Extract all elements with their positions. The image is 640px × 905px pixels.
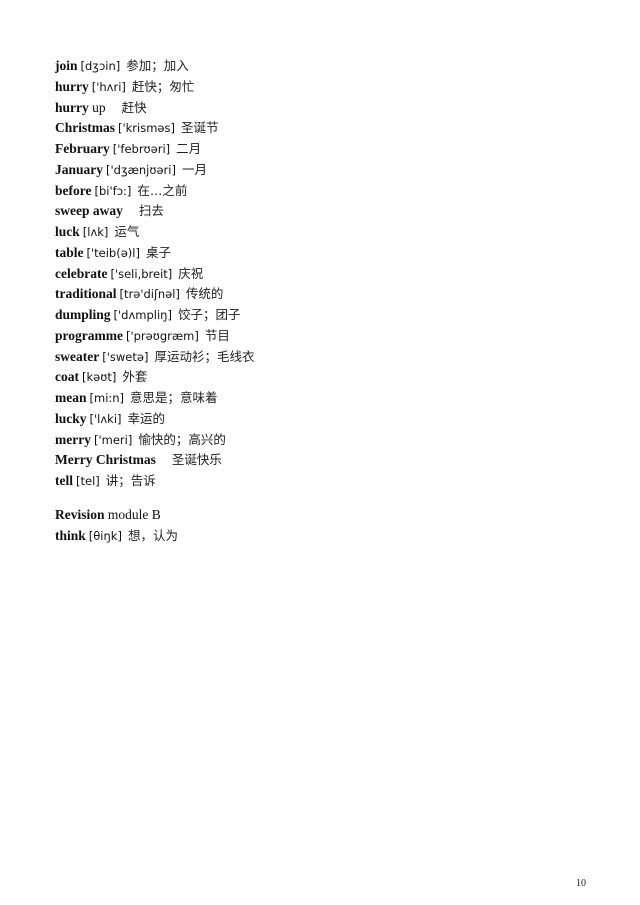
vocab-phonetic: [θiŋk] bbox=[88, 528, 122, 543]
vocab-entry: mean [mi:n] 意思是；意味着 bbox=[55, 388, 254, 409]
vocab-word: before bbox=[55, 182, 92, 198]
section-heading-rest: module B bbox=[107, 507, 161, 522]
vocab-entry: table ['teib(ə)l] 桌子 bbox=[55, 243, 254, 264]
vocab-entry: celebrate ['seli,breit] 庆祝 bbox=[55, 264, 254, 285]
vocab-word: programme bbox=[55, 327, 123, 343]
vocab-phonetic: ['dʒænjʊəri] bbox=[106, 162, 176, 177]
vocab-meaning: 幸运的 bbox=[127, 410, 166, 426]
vocab-phonetic: ['hʌri] bbox=[91, 79, 126, 94]
vocab-meaning: 赶快 bbox=[121, 99, 147, 115]
vocab-entry: luck [lʌk] 运气 bbox=[55, 222, 254, 243]
vocab-meaning: 外套 bbox=[122, 369, 148, 385]
vocab-word: celebrate bbox=[55, 265, 108, 281]
vocab-meaning: 圣诞节 bbox=[180, 120, 219, 136]
vocab-meaning: 庆祝 bbox=[178, 265, 204, 281]
vocab-meaning: 参加；加入 bbox=[126, 58, 189, 73]
vocab-word: lucky bbox=[55, 410, 87, 426]
vocab-entry: sweep away 扫去 bbox=[55, 201, 254, 222]
vocab-word: dumpling bbox=[55, 307, 111, 322]
vocab-word: traditional bbox=[55, 286, 117, 302]
vocab-entry: Merry Christmas 圣诞快乐 bbox=[55, 450, 254, 471]
vocab-word: Christmas bbox=[55, 120, 115, 136]
vocab-phonetic: [tel] bbox=[76, 474, 100, 488]
vocab-meaning: 赶快；匆忙 bbox=[131, 78, 195, 94]
vocab-word: mean bbox=[55, 390, 87, 405]
vocab-meaning: 想，认为 bbox=[127, 527, 178, 543]
vocab-word: table bbox=[55, 244, 84, 260]
vocab-phonetic: [trə'diʃnəl] bbox=[119, 287, 180, 302]
vocab-entry: Christmas ['krisməs] 圣诞节 bbox=[55, 118, 254, 139]
vocab-meaning: 讲；告诉 bbox=[105, 473, 156, 488]
vocab-entry: dumpling ['dʌmpliŋ] 饺子；团子 bbox=[55, 305, 254, 326]
vocab-phonetic: ['dʌmpliŋ] bbox=[113, 308, 172, 322]
vocab-word: sweep away bbox=[55, 203, 123, 219]
vocab-phonetic: ['meri] bbox=[93, 432, 133, 447]
vocab-meaning: 一月 bbox=[181, 161, 207, 177]
vocab-phonetic: [dʒɔin] bbox=[80, 59, 121, 73]
vocab-entry: lucky ['lʌki] 幸运的 bbox=[55, 409, 254, 430]
vocab-word: merry bbox=[55, 431, 91, 447]
vocab-entry: traditional [trə'diʃnəl] 传统的 bbox=[55, 284, 254, 305]
vocab-phonetic: ['febrʊəri] bbox=[112, 142, 171, 156]
vocab-entry: before [bi'fɔ:] 在…之前 bbox=[55, 181, 254, 202]
vocab-entry: join [dʒɔin] 参加；加入 bbox=[55, 56, 254, 77]
vocab-entry: hurry ['hʌri] 赶快；匆忙 bbox=[55, 77, 254, 98]
vocab-phonetic: [lʌk] bbox=[82, 225, 109, 239]
vocab-word: think bbox=[55, 527, 86, 543]
vocab-meaning: 圣诞快乐 bbox=[171, 452, 222, 468]
vocab-phonetic: ['teib(ə)l] bbox=[86, 245, 140, 260]
section-heading: Revision module B bbox=[55, 505, 178, 526]
vocab-meaning: 厚运动衫；毛线衣 bbox=[154, 348, 255, 364]
vocab-word: January bbox=[55, 161, 104, 177]
vocab-entry: January ['dʒænjʊəri] 一月 bbox=[55, 160, 254, 181]
vocab-meaning: 二月 bbox=[176, 141, 202, 156]
vocab-word: hurry bbox=[55, 99, 89, 115]
vocab-meaning: 节目 bbox=[204, 327, 230, 343]
vocab-word: Merry Christmas bbox=[55, 452, 156, 468]
vocab-word: hurry bbox=[55, 78, 89, 94]
vocab-entry: February ['febrʊəri] 二月 bbox=[55, 139, 254, 160]
vocabulary-list: join [dʒɔin] 参加；加入 hurry ['hʌri] 赶快；匆忙 hurry… bbox=[55, 56, 254, 492]
vocab-entry: merry ['meri] 愉快的；高兴的 bbox=[55, 430, 254, 451]
vocab-word: sweater bbox=[55, 348, 100, 364]
vocab-word: tell bbox=[55, 473, 73, 488]
vocab-phonetic: [mi:n] bbox=[89, 391, 125, 405]
vocab-phonetic: ['prəʊgræm] bbox=[125, 328, 199, 343]
vocab-phonetic: ['lʌki] bbox=[89, 411, 122, 426]
revision-section: Revision module B think [θiŋk] 想，认为 bbox=[55, 505, 178, 547]
vocab-phonetic: [bi'fɔ:] bbox=[94, 183, 132, 198]
vocab-phonetic: ['swetə] bbox=[102, 349, 149, 364]
vocab-phonetic: ['seli,breit] bbox=[110, 266, 173, 281]
vocab-word: February bbox=[55, 141, 110, 156]
vocab-meaning: 意思是；意味着 bbox=[130, 390, 218, 405]
vocab-word: coat bbox=[55, 369, 79, 385]
vocab-word: join bbox=[55, 58, 78, 73]
vocab-phonetic: [kəʊt] bbox=[82, 370, 117, 385]
vocab-meaning: 在…之前 bbox=[137, 182, 188, 198]
page-number: 10 bbox=[576, 878, 586, 889]
vocab-word: luck bbox=[55, 224, 80, 239]
vocab-phrase-rest: up bbox=[92, 99, 106, 115]
vocab-entry: coat [kəʊt] 外套 bbox=[55, 367, 254, 388]
vocab-meaning: 桌子 bbox=[145, 244, 171, 260]
section-heading-bold: Revision bbox=[55, 507, 105, 522]
vocab-meaning: 饺子；团子 bbox=[177, 307, 241, 322]
vocab-meaning: 运气 bbox=[114, 224, 140, 239]
vocab-entry: tell [tel] 讲；告诉 bbox=[55, 471, 254, 492]
vocab-meaning: 传统的 bbox=[185, 286, 224, 302]
vocab-entry: sweater ['swetə] 厚运动衫；毛线衣 bbox=[55, 347, 254, 368]
vocab-meaning: 扫去 bbox=[138, 203, 164, 219]
vocab-entry: hurry up 赶快 bbox=[55, 98, 254, 119]
vocab-entry: programme ['prəʊgræm] 节目 bbox=[55, 326, 254, 347]
vocab-meaning: 愉快的；高兴的 bbox=[138, 431, 226, 447]
vocab-entry: think [θiŋk] 想，认为 bbox=[55, 526, 178, 547]
vocab-phonetic: ['krisməs] bbox=[118, 121, 175, 136]
